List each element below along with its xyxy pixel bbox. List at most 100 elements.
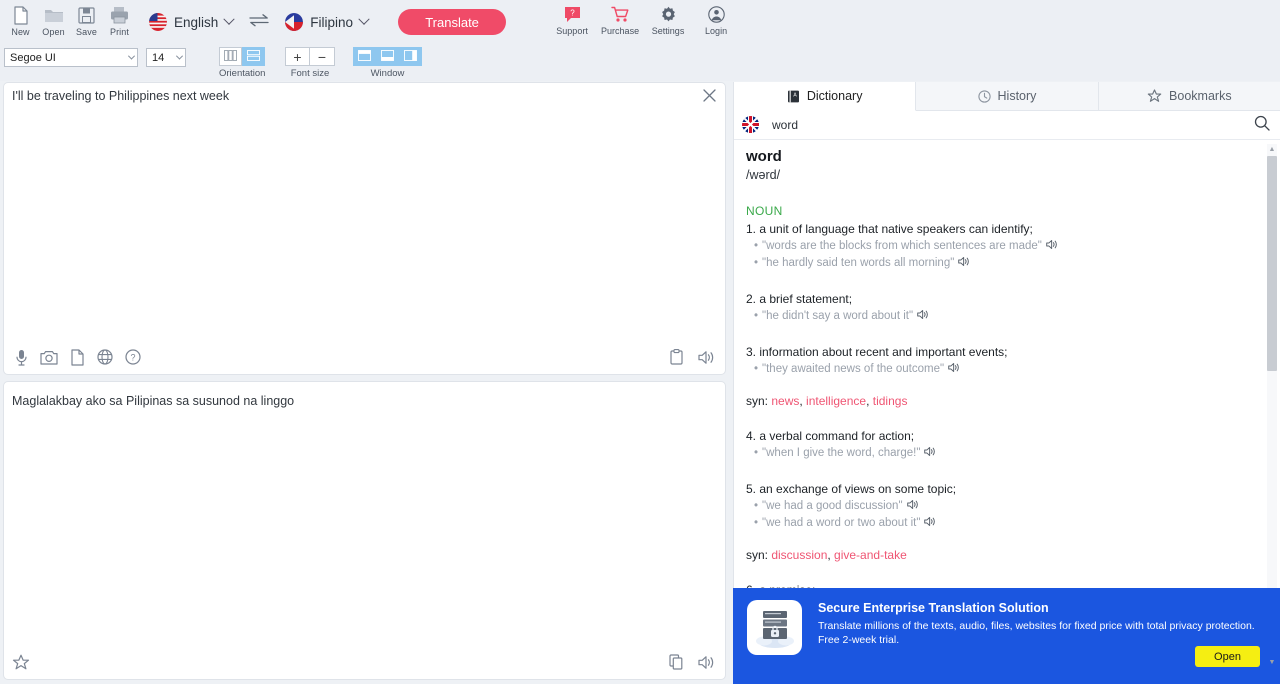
speaker-icon[interactable]: [1046, 239, 1058, 254]
window-side-icon: [403, 48, 417, 66]
target-text-panel[interactable]: Maglalakbay ako sa Pilipinas sa susunod …: [3, 381, 726, 680]
clock-icon: [977, 89, 991, 103]
dictionary-tabs: A Dictionary History Bookmarks: [734, 82, 1280, 111]
support-button[interactable]: ? Support: [548, 1, 596, 43]
window-layout-side-button[interactable]: [399, 47, 422, 66]
secure-server-icon: [747, 600, 802, 655]
font-size-decrease-button[interactable]: −: [310, 47, 335, 66]
speaker-icon[interactable]: [958, 256, 970, 271]
target-language-selector[interactable]: Filipino: [279, 8, 374, 36]
speaker-icon[interactable]: [948, 362, 960, 377]
font-size-increase-button[interactable]: +: [285, 47, 310, 66]
scroll-down-arrow[interactable]: ▼: [1269, 657, 1276, 668]
chevron-down-icon: [358, 13, 370, 25]
sense-example: • "he didn't say a word about it": [746, 309, 1266, 324]
synonym-link[interactable]: give-and-take: [834, 548, 907, 562]
sense-example: • "when I give the word, charge!": [746, 446, 1266, 461]
help-circle-icon[interactable]: ?: [124, 348, 142, 366]
svg-text:?: ?: [570, 8, 575, 17]
floppy-disk-icon: [78, 4, 95, 26]
camera-icon[interactable]: [40, 348, 58, 366]
microphone-icon[interactable]: [12, 348, 30, 366]
scrollbar-thumb[interactable]: [1267, 156, 1277, 371]
folder-open-icon: [44, 4, 64, 26]
purchase-button[interactable]: Purchase: [596, 1, 644, 43]
promo-banner[interactable]: Secure Enterprise Translation Solution T…: [733, 588, 1280, 684]
synonym-link[interactable]: intelligence: [806, 394, 866, 408]
example-text: "they awaited news of the outcome": [762, 363, 945, 375]
speaker-icon[interactable]: [697, 348, 715, 366]
window-caption: Window: [370, 68, 405, 79]
example-text: "words are the blocks from which sentenc…: [762, 240, 1042, 252]
copy-icon[interactable]: [667, 653, 685, 671]
banner-title: Secure Enterprise Translation Solution: [818, 601, 1049, 615]
speaker-icon[interactable]: [697, 653, 715, 671]
settings-button-label: Settings: [651, 26, 685, 36]
star-icon[interactable]: [12, 653, 30, 671]
speaker-icon[interactable]: [917, 309, 929, 324]
tab-history[interactable]: History: [916, 82, 1099, 110]
font-size-select[interactable]: 14: [146, 48, 186, 67]
phonetic-transcription: /wərd/: [746, 168, 781, 182]
speaker-icon[interactable]: [906, 499, 919, 514]
source-text-panel[interactable]: I'll be traveling to Philippines next we…: [3, 82, 726, 375]
window-layout-bottom-button[interactable]: [376, 47, 399, 66]
dictionary-search-bar[interactable]: word: [734, 111, 1280, 140]
banner-text: Secure Enterprise Translation Solution T…: [818, 600, 1266, 684]
login-button[interactable]: Login: [692, 1, 740, 43]
clipboard-icon[interactable]: [667, 348, 685, 366]
translate-button[interactable]: Translate: [398, 9, 507, 35]
synonym-row: syn: news, intelligence, tidings: [746, 394, 908, 408]
sense-definition: 2. a brief statement;: [746, 292, 853, 306]
book-icon: A: [787, 90, 800, 103]
sense-example: • "words are the blocks from which senten…: [746, 239, 1266, 254]
speaker-icon[interactable]: [924, 446, 936, 461]
support-button-label: Support: [556, 26, 588, 36]
orientation-caption: Orientation: [219, 68, 266, 79]
orientation-horizontal-button[interactable]: [242, 47, 266, 66]
synonym-link[interactable]: tidings: [873, 394, 908, 408]
svg-text:?: ?: [130, 353, 135, 363]
open-button-label: Open: [42, 27, 65, 37]
settings-button[interactable]: Settings: [644, 1, 692, 43]
scroll-up-arrow[interactable]: ▲: [1269, 144, 1276, 155]
synonym-link[interactable]: discussion: [771, 548, 827, 562]
example-text: "we had a good discussion": [762, 500, 903, 512]
document-icon[interactable]: [68, 348, 86, 366]
dictionary-search-input[interactable]: word: [772, 118, 1242, 132]
save-button[interactable]: Save: [70, 1, 103, 43]
swap-languages-button[interactable]: [239, 13, 279, 32]
orientation-vertical-button[interactable]: [219, 47, 243, 66]
speaker-icon[interactable]: [924, 516, 936, 531]
close-icon: [702, 89, 716, 107]
main-toolbar: New Open Save Print English Filipino Tra…: [0, 0, 1280, 44]
banner-open-button[interactable]: Open: [1195, 646, 1260, 667]
example-text: "we had a word or two about it": [762, 517, 921, 529]
window-bottom-icon: [380, 48, 394, 66]
globe-icon[interactable]: [96, 348, 114, 366]
shopping-cart-icon: [610, 3, 630, 25]
source-textarea[interactable]: I'll be traveling to Philippines next we…: [12, 88, 687, 105]
window-layout-top-button[interactable]: [353, 47, 376, 66]
tab-history-label: History: [997, 89, 1037, 103]
sense-definition: 3. information about recent and importan…: [746, 345, 1008, 359]
sense-example: • "we had a good discussion": [746, 499, 1266, 514]
tab-dictionary[interactable]: A Dictionary: [734, 82, 917, 111]
open-button[interactable]: Open: [37, 1, 70, 43]
sense-definition: 4. a verbal command for action;: [746, 429, 915, 443]
bullet-icon: •: [754, 500, 759, 512]
sense-spacer: [746, 324, 1266, 341]
part-of-speech: NOUN: [746, 204, 783, 218]
tab-bookmarks[interactable]: Bookmarks: [1098, 82, 1280, 110]
print-button[interactable]: Print: [103, 1, 136, 43]
font-family-select[interactable]: Segoe UI: [4, 48, 138, 67]
format-toolbar: Segoe UI 14 Orientation + − Font size Wi…: [0, 44, 1280, 81]
question-badge-icon: ?: [564, 3, 581, 25]
source-language-selector[interactable]: English: [143, 8, 239, 36]
new-button[interactable]: New: [4, 1, 37, 43]
purchase-button-label: Purchase: [601, 26, 640, 36]
bullet-icon: •: [754, 447, 759, 459]
clear-source-button[interactable]: [699, 88, 719, 108]
search-icon[interactable]: [1254, 115, 1270, 136]
synonym-link[interactable]: news: [771, 394, 799, 408]
